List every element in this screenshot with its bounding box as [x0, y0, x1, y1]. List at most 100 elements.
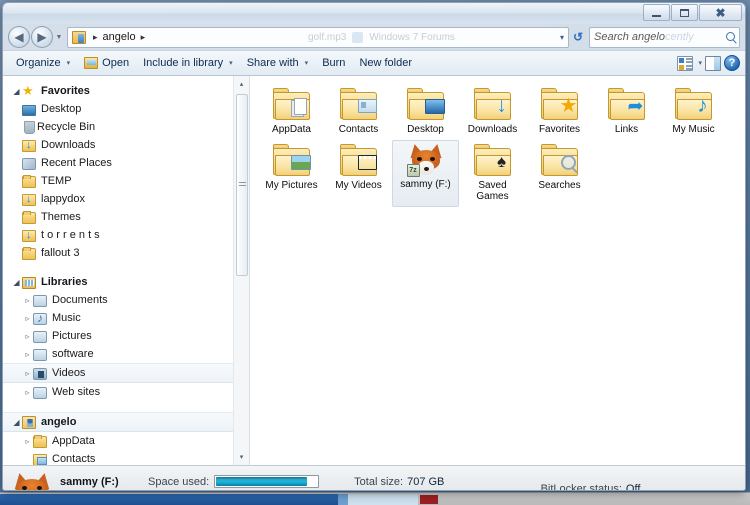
sidebar-item-desktop[interactable]: Desktop — [3, 100, 249, 118]
expander-icon[interactable]: ▹ — [22, 369, 33, 378]
expander-icon[interactable]: ▹ — [22, 296, 33, 305]
expander-icon[interactable]: ◢ — [11, 278, 22, 287]
preview-pane-icon[interactable] — [705, 55, 721, 71]
sidebar-item-fallout-3[interactable]: fallout 3 — [3, 244, 249, 262]
music-library-icon — [33, 311, 47, 325]
sidebar-item-temp[interactable]: TEMP — [3, 172, 249, 190]
scrollbar-thumb[interactable] — [236, 94, 248, 276]
change-view-icon[interactable] — [677, 55, 694, 71]
expander-icon[interactable]: ▹ — [22, 388, 33, 397]
share-with-button[interactable]: Share with ▾ — [240, 54, 316, 72]
explorer-body: ◢ ★ Favorites Desktop Recycle Bin Downlo… — [3, 76, 745, 465]
sidebar-item-recycle-bin[interactable]: Recycle Bin — [3, 118, 249, 136]
forward-button[interactable]: ▶ — [31, 26, 53, 48]
recent-pages-dropdown[interactable]: ▼ — [53, 26, 65, 48]
address-dropdown-icon[interactable]: ▾ — [560, 28, 564, 47]
file-name: Saved Games — [476, 180, 509, 202]
back-button[interactable]: ◀ — [8, 26, 30, 48]
bitlocker-value: Off — [625, 483, 641, 491]
ghost-text-2: Windows 7 Forums — [369, 31, 455, 43]
search-input[interactable]: Search angelo cently — [589, 26, 740, 48]
file-item-favorites[interactable]: ★ Favorites — [526, 84, 593, 140]
file-item-downloads[interactable]: ↓ Downloads — [459, 84, 526, 140]
sidebar-item-recent-places[interactable]: Recent Places — [3, 154, 249, 172]
sidebar-label: TEMP — [41, 175, 72, 187]
taskbar-red-segment — [420, 495, 438, 504]
maximize-button[interactable] — [671, 4, 698, 21]
file-list-pane[interactable]: AppData Contacts Desktop ↓ Downloads ★ F… — [250, 76, 745, 465]
file-name: Contacts — [338, 124, 379, 135]
sidebar-item-software[interactable]: ▹ software — [3, 345, 249, 363]
star-icon: ★ — [22, 83, 34, 98]
close-button[interactable]: ✖ — [699, 4, 742, 21]
expander-icon[interactable]: ▹ — [22, 350, 33, 359]
sidebar-item-appdata[interactable]: ▹ AppData — [3, 432, 249, 450]
file-item-my-music[interactable]: ♪ My Music — [660, 84, 727, 140]
burn-button[interactable]: Burn — [315, 54, 352, 72]
file-name: sammy (F:) — [400, 179, 451, 190]
organize-button[interactable]: Organize ▾ — [9, 54, 77, 72]
sidebar-section-angelo[interactable]: ◢ angelo — [3, 412, 249, 432]
address-ghost-overlay: golf.mp3 Windows 7 Forums — [308, 28, 542, 47]
sidebar-label: Downloads — [41, 139, 96, 151]
desktop-taskbar-strip — [0, 492, 750, 505]
sidebar-item-contacts[interactable]: Contacts — [3, 450, 249, 465]
file-item-contacts[interactable]: Contacts — [325, 84, 392, 140]
sidebar-item-pictures[interactable]: ▹ Pictures — [3, 327, 249, 345]
bitlocker-label: BitLocker status: — [540, 483, 622, 491]
expander-icon[interactable]: ◢ — [11, 87, 22, 96]
breadcrumb-separator-leading[interactable]: ▸ — [93, 32, 98, 43]
file-item-appdata[interactable]: AppData — [258, 84, 325, 140]
breadcrumb-angelo[interactable]: angelo — [103, 31, 136, 43]
file-item-desktop[interactable]: Desktop — [392, 84, 459, 140]
file-item-links[interactable]: ➦ Links — [593, 84, 660, 140]
sidebar-item-torrents[interactable]: t o r r e n t s — [3, 226, 249, 244]
new-folder-button[interactable]: New folder — [352, 54, 419, 72]
include-in-library-button[interactable]: Include in library ▾ — [136, 54, 240, 72]
software-library-icon — [33, 348, 47, 361]
sidebar-item-themes[interactable]: Themes — [3, 208, 249, 226]
file-item-my-pictures[interactable]: My Pictures — [258, 140, 325, 207]
address-bar[interactable]: ▸ angelo ▸ golf.mp3 Windows 7 Forums ▾ — [67, 26, 569, 48]
file-item-my-videos[interactable]: My Videos — [325, 140, 392, 207]
total-size-label: Total size: — [354, 475, 404, 488]
expander-icon[interactable]: ▹ — [22, 332, 33, 341]
videos-library-icon — [33, 367, 47, 380]
sidebar-section-libraries[interactable]: ◢ Libraries — [3, 273, 249, 291]
scroll-down-icon[interactable]: ▾ — [234, 449, 249, 465]
expander-icon[interactable]: ◢ — [11, 418, 22, 427]
folder-searches-icon — [540, 144, 580, 177]
sidebar-item-lappydox[interactable]: lappydox — [3, 190, 249, 208]
ghost-text-1: golf.mp3 — [308, 31, 347, 43]
minimize-button[interactable] — [643, 4, 670, 21]
ghost-favicon-icon — [352, 31, 364, 43]
sidebar-label: Web sites — [52, 386, 101, 398]
navigation-scrollbar[interactable]: ▴ ▾ — [233, 76, 249, 465]
folder-my-videos-icon — [339, 144, 379, 177]
title-bar[interactable]: ✖ — [3, 3, 745, 24]
file-item-saved-games[interactable]: ♠ Saved Games — [459, 140, 526, 207]
folder-icon — [22, 246, 36, 260]
breadcrumb-separator-trailing[interactable]: ▸ — [141, 32, 146, 43]
sidebar-item-videos[interactable]: ▹ Videos — [3, 363, 249, 383]
refresh-icon[interactable]: ↺ — [569, 26, 587, 48]
sidebar-label: Music — [52, 312, 81, 324]
help-icon[interactable]: ? — [724, 55, 740, 71]
view-dropdown-icon[interactable]: ▾ — [698, 59, 702, 67]
file-item-sammy-drive[interactable]: 7z sammy (F:) — [392, 140, 459, 207]
scroll-up-icon[interactable]: ▴ — [234, 76, 249, 92]
sidebar-item-documents[interactable]: ▹ Documents — [3, 291, 249, 309]
search-icon[interactable] — [726, 31, 735, 41]
sidebar-section-favorites[interactable]: ◢ ★ Favorites — [3, 82, 249, 100]
expander-icon[interactable]: ▹ — [22, 437, 33, 446]
sidebar-item-downloads[interactable]: Downloads — [3, 136, 249, 154]
open-button[interactable]: Open — [77, 54, 136, 72]
folder-my-pictures-icon — [272, 144, 312, 177]
sidebar-item-web-sites[interactable]: ▹ Web sites — [3, 383, 249, 401]
expander-icon[interactable]: ▹ — [22, 314, 33, 323]
file-name: AppData — [272, 124, 311, 135]
file-name: Links — [614, 124, 639, 135]
folder-saved-games-icon: ♠ — [473, 144, 513, 177]
file-item-searches[interactable]: Searches — [526, 140, 593, 207]
sidebar-item-music[interactable]: ▹ Music — [3, 309, 249, 327]
